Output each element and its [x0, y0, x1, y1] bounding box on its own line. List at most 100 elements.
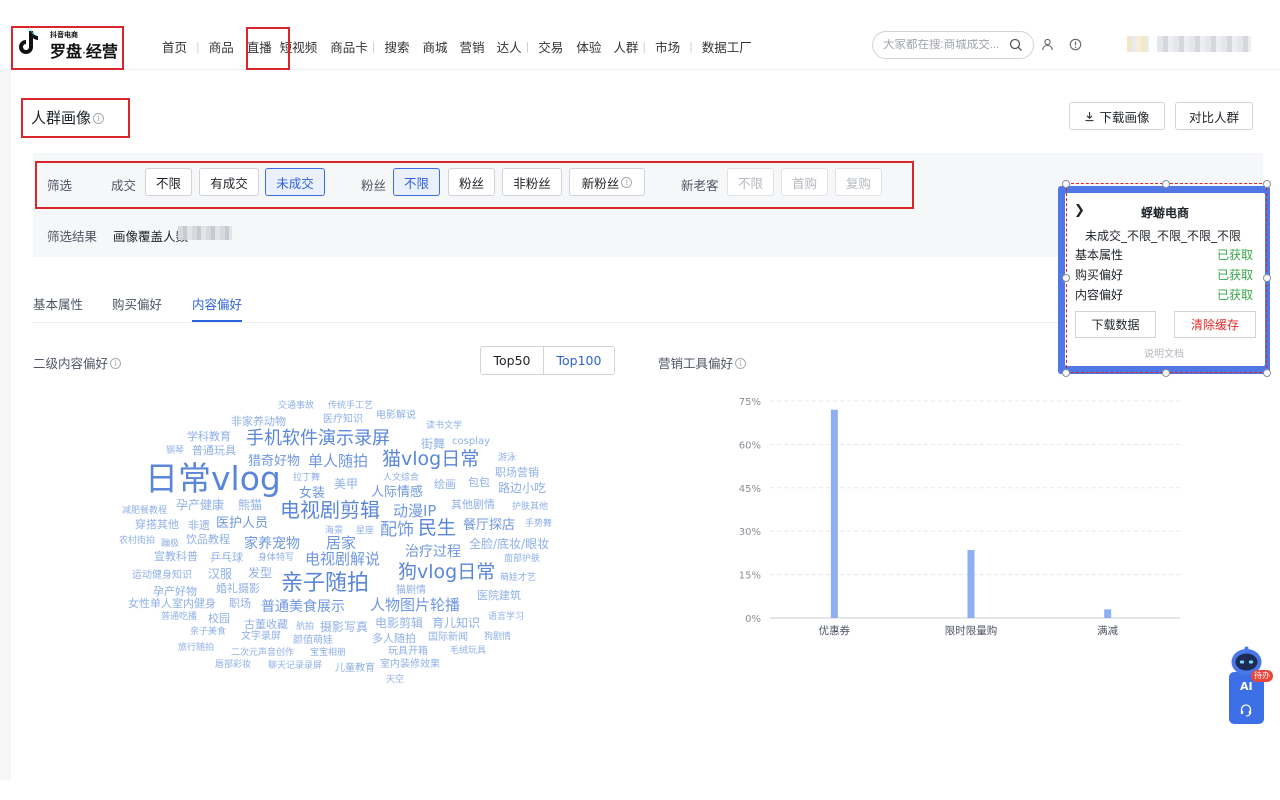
tab-basic-attributes[interactable]: 基本属性 — [33, 294, 83, 313]
word-cloud-term[interactable]: 天空 — [386, 676, 404, 685]
resize-handle[interactable] — [1062, 180, 1070, 188]
top100-toggle[interactable]: Top100 — [544, 346, 615, 375]
word-cloud-term[interactable]: 人物图片轮播 — [370, 598, 460, 613]
word-cloud-term[interactable]: 传统手工艺 — [328, 402, 373, 411]
word-cloud-term[interactable]: 运动健身知识 — [132, 571, 192, 581]
word-cloud-term[interactable]: 拉丁舞 — [293, 474, 320, 483]
download-data-button[interactable]: 下载数据 — [1075, 311, 1156, 338]
word-cloud-term[interactable]: 玩具开箱 — [388, 647, 428, 657]
resize-handle[interactable] — [1263, 369, 1271, 377]
word-cloud-term[interactable]: 普通美食展示 — [261, 600, 345, 614]
word-cloud-term[interactable]: 日常vlog — [145, 462, 281, 495]
customer-option-repurchase[interactable]: 复购 — [835, 168, 882, 196]
resize-handle[interactable] — [1162, 180, 1170, 188]
word-cloud-term[interactable]: 语言学习 — [488, 613, 524, 622]
word-cloud-term[interactable]: 宣教科普 — [154, 551, 198, 562]
collapse-chevron-icon[interactable]: ❯ — [1074, 203, 1085, 218]
search-input[interactable] — [883, 39, 1009, 51]
word-cloud-term[interactable]: 国际新闻 — [428, 633, 468, 643]
word-cloud-term[interactable]: 萌娃才艺 — [500, 574, 536, 583]
word-cloud-term[interactable]: 单人随拍 — [308, 454, 368, 469]
word-cloud-term[interactable]: 配饰 — [380, 522, 414, 539]
word-cloud-term[interactable]: 农村街拍 — [119, 537, 155, 546]
word-cloud-term[interactable]: 医疗知识 — [323, 415, 363, 425]
word-cloud-term[interactable]: 饮品教程 — [186, 534, 230, 545]
nav-item-influencer[interactable]: 达人 — [489, 37, 526, 56]
chart-bar[interactable] — [1104, 609, 1112, 618]
word-cloud-term[interactable]: 宝宝相册 — [310, 649, 346, 658]
word-cloud-term[interactable]: 普通吃播 — [161, 613, 197, 622]
help-icon[interactable]: i — [110, 358, 122, 369]
fans-option-new-fans[interactable]: 新粉丝 i — [569, 168, 645, 196]
word-cloud-term[interactable]: 猫剧情 — [396, 586, 426, 596]
word-cloud-term[interactable]: cosplay — [452, 437, 490, 447]
nav-item-mall[interactable]: 商城 — [419, 37, 452, 56]
word-cloud-term[interactable]: 面部护肤 — [504, 555, 540, 564]
word-cloud-term[interactable]: 电视剧解说 — [305, 552, 380, 567]
top50-toggle[interactable]: Top50 — [480, 346, 544, 375]
word-cloud-term[interactable]: 孕产健康 — [176, 499, 224, 511]
word-cloud-term[interactable]: 熊猫 — [238, 499, 262, 511]
word-cloud-term[interactable]: 猫vlog日常 — [382, 450, 479, 469]
fans-option-any[interactable]: 不限 — [393, 168, 440, 196]
word-cloud-term[interactable]: 亲子随拍 — [281, 573, 369, 595]
word-cloud-term[interactable]: 手势舞 — [525, 520, 552, 529]
word-cloud-term[interactable]: 非家养动物 — [231, 416, 286, 427]
help-icon[interactable]: i — [93, 113, 105, 124]
word-cloud-term[interactable]: 育儿知识 — [432, 617, 480, 629]
fans-option-non-fans[interactable]: 非粉丝 — [502, 168, 562, 196]
word-cloud-term[interactable]: 绘画 — [434, 479, 456, 490]
word-cloud-term[interactable]: 航拍 — [296, 623, 314, 632]
headset-icon[interactable] — [1239, 703, 1253, 717]
resize-handle[interactable] — [1062, 369, 1070, 377]
word-cloud-term[interactable]: 游泳 — [498, 454, 516, 463]
word-cloud-term[interactable]: 孕产好物 — [153, 586, 197, 597]
word-cloud-term[interactable]: 聊天记录录屏 — [268, 662, 322, 671]
word-cloud-term[interactable]: 汉服 — [208, 568, 232, 580]
word-cloud-term[interactable]: 居家 — [326, 536, 356, 551]
word-cloud-term[interactable]: 电影剪辑 — [375, 617, 423, 629]
todo-badge[interactable]: 待办 — [1251, 670, 1273, 682]
customer-option-any[interactable]: 不限 — [727, 168, 774, 196]
word-cloud-term[interactable]: 校园 — [208, 613, 230, 624]
customer-option-first-purchase[interactable]: 首购 — [781, 168, 828, 196]
avatar[interactable] — [1127, 36, 1149, 52]
word-cloud-term[interactable]: 毛绒玩具 — [450, 647, 486, 656]
word-cloud-term[interactable]: 蹦极 — [161, 540, 179, 549]
word-cloud-term[interactable]: 民生 — [418, 519, 456, 538]
word-cloud-term[interactable]: 医护人员 — [216, 517, 268, 530]
word-cloud-term[interactable]: 餐厅探店 — [463, 519, 515, 532]
nav-item-experience[interactable]: 体验 — [572, 37, 605, 56]
word-cloud-term[interactable]: 非遗 — [188, 520, 210, 531]
info-icon[interactable] — [1069, 38, 1082, 51]
search-icon[interactable] — [1009, 38, 1023, 52]
logo-title[interactable]: 罗盘·经营 — [50, 38, 118, 62]
chart-bar[interactable] — [967, 550, 975, 618]
word-cloud-term[interactable]: 多人随拍 — [372, 633, 416, 644]
word-cloud-term[interactable]: 护肤其他 — [512, 503, 548, 512]
help-icon[interactable]: i — [735, 358, 747, 369]
compare-audience-button[interactable]: 对比人群 — [1175, 102, 1253, 130]
nav-item-product-card[interactable]: 商品卡 — [321, 37, 372, 56]
word-cloud-term[interactable]: 美甲 — [334, 478, 358, 490]
nav-item-audience[interactable]: 人群 — [605, 37, 642, 56]
word-cloud-term[interactable]: 亲子美食 — [190, 628, 226, 637]
fans-option-fans[interactable]: 粉丝 — [448, 168, 495, 196]
word-cloud-term[interactable]: 身体特写 — [258, 554, 294, 563]
word-cloud-term[interactable]: 颜值萌娃 — [293, 636, 333, 646]
word-cloud-term[interactable]: 发型 — [248, 567, 272, 579]
tab-content-preference[interactable]: 内容偏好 — [192, 294, 242, 313]
nav-item-market[interactable]: 市场 — [646, 37, 689, 56]
account-name-blurred[interactable] — [1157, 36, 1251, 52]
word-cloud-term[interactable]: 室内装修效果 — [380, 660, 440, 670]
word-cloud-term[interactable]: 医院建筑 — [477, 590, 521, 601]
nav-item-home[interactable]: 首页 — [153, 37, 196, 56]
word-cloud-term[interactable]: 乒乓球 — [210, 552, 243, 563]
word-cloud-term[interactable]: 治疗过程 — [405, 545, 461, 559]
word-cloud-term[interactable]: 文字录屏 — [241, 632, 281, 642]
word-cloud-term[interactable]: 星座 — [356, 527, 374, 536]
word-cloud-term[interactable]: 其他剧情 — [451, 499, 495, 510]
help-doc-link[interactable]: 说明文档 — [1144, 345, 1184, 360]
resize-handle[interactable] — [1162, 369, 1170, 377]
chart-bar[interactable] — [830, 409, 838, 618]
